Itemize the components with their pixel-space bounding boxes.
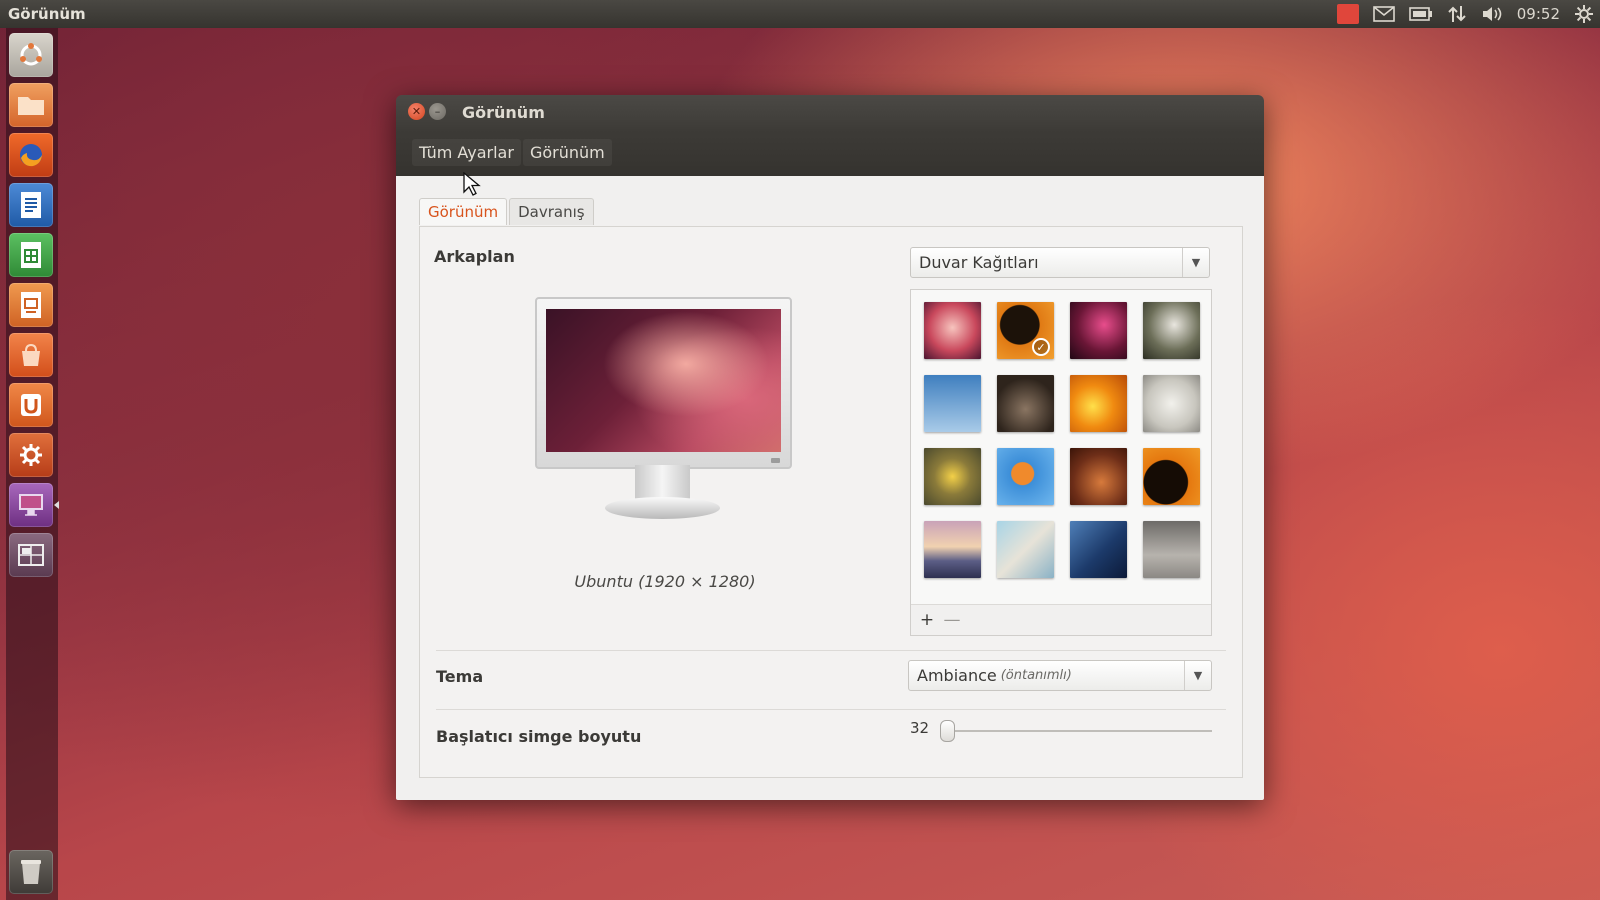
wallpaper-source-dropdown[interactable]: Duvar Kağıtları ▼ xyxy=(910,247,1210,278)
monitor-stand xyxy=(635,465,690,501)
wallpaper-thumb-ubuntu-warty-red[interactable] xyxy=(924,302,981,359)
remove-wallpaper-button[interactable]: — xyxy=(941,609,963,631)
wallpaper-thumb-clock-face[interactable] xyxy=(1143,375,1200,432)
theme-label: Tema xyxy=(436,667,484,686)
window-titlebar[interactable]: ✕ – Görünüm xyxy=(396,95,1264,129)
background-heading: Arkaplan xyxy=(434,247,515,266)
software-center-bag-icon[interactable] xyxy=(9,333,53,377)
wallpaper-thumb-purple-swirl[interactable] xyxy=(1070,302,1127,359)
wallpaper-thumb-orange-vinyl[interactable]: ✓ xyxy=(997,302,1054,359)
wallpaper-grid: ✓ + — xyxy=(910,289,1212,636)
launcher-icon-size-label: Başlatıcı simge boyutu xyxy=(436,727,642,746)
battery-icon[interactable] xyxy=(1408,0,1433,28)
wallpaper-thumb-grey-rain[interactable] xyxy=(1143,521,1200,578)
wallpaper-thumb-cartoon-fish[interactable] xyxy=(997,448,1054,505)
theme-value: Ambiance xyxy=(917,666,997,685)
network-icon[interactable] xyxy=(1447,0,1467,28)
trash-icon[interactable] xyxy=(9,850,53,894)
clock[interactable]: 09:52 xyxy=(1517,0,1560,28)
monitor-frame xyxy=(535,297,792,469)
icon-size-slider-knob[interactable] xyxy=(940,720,955,742)
wallpaper-thumbnails: ✓ xyxy=(924,302,1200,578)
monitor-base xyxy=(605,497,720,519)
writer-document-icon[interactable] xyxy=(9,183,53,227)
wallpaper-source-value: Duvar Kağıtları xyxy=(919,253,1039,272)
files-folder-icon[interactable] xyxy=(9,83,53,127)
wallpaper-thumb-orange-ring[interactable] xyxy=(1143,448,1200,505)
notification-red-indicator[interactable] xyxy=(1336,0,1359,28)
appearance-monitor-icon[interactable] xyxy=(9,483,59,527)
wallpaper-thumb-brown-lizard[interactable] xyxy=(1070,448,1127,505)
chevron-down-icon: ▼ xyxy=(1184,661,1211,690)
window-content: Görünüm Davranış Arkaplan Ubuntu (1920 ×… xyxy=(396,176,1264,800)
wallpaper-thumb-white-blossoms[interactable] xyxy=(1143,302,1200,359)
system-settings-icon[interactable] xyxy=(9,433,53,477)
breadcrumb-all-settings[interactable]: Tüm Ayarlar xyxy=(412,139,521,166)
icon-size-value: 32 xyxy=(910,719,930,737)
breadcrumb-appearance[interactable]: Görünüm xyxy=(522,139,612,166)
wallpaper-caption: Ubuntu (1920 × 1280) xyxy=(574,572,756,591)
launcher xyxy=(6,28,59,900)
top-panel: Görünüm 09:52 xyxy=(0,0,1600,28)
appearance-window: ✕ – Görünüm Tüm Ayarlar Görünüm Görünüm … xyxy=(396,95,1264,800)
impress-presentation-icon[interactable] xyxy=(9,283,53,327)
tab-appearance[interactable]: Görünüm xyxy=(419,198,508,225)
tab-bar: Görünüm Davranış xyxy=(419,198,596,225)
add-wallpaper-button[interactable]: + xyxy=(916,609,938,631)
mail-icon[interactable] xyxy=(1372,0,1395,28)
tab-panel: Arkaplan Ubuntu (1920 × 1280) Duvar Kağı… xyxy=(419,226,1243,778)
indicator-area: 09:52 xyxy=(1336,0,1594,28)
theme-dropdown[interactable]: Ambiance (öntanımlı) ▼ xyxy=(908,660,1212,691)
workspace-switcher-icon[interactable] xyxy=(9,533,53,577)
tab-behavior[interactable]: Davranış xyxy=(509,198,594,225)
active-app-title: Görünüm xyxy=(8,5,86,23)
monitor-led xyxy=(771,458,780,463)
wallpaper-preview xyxy=(535,297,792,532)
wallpaper-thumb-bird-branch[interactable] xyxy=(997,521,1054,578)
icon-size-slider-track[interactable] xyxy=(940,730,1212,732)
dash-home-icon[interactable] xyxy=(9,33,53,77)
minimize-icon[interactable]: – xyxy=(429,103,446,120)
wallpaper-thumb-blue-water[interactable] xyxy=(1070,521,1127,578)
theme-default-note: (öntanımlı) xyxy=(1000,668,1072,683)
selected-check-icon: ✓ xyxy=(1032,338,1050,356)
breadcrumb: Tüm Ayarlar Görünüm xyxy=(396,129,1264,176)
volume-icon[interactable] xyxy=(1481,0,1503,28)
calc-spreadsheet-icon[interactable] xyxy=(9,233,53,277)
session-gear-icon[interactable] xyxy=(1574,0,1594,28)
wallpaper-thumb-dark-rain[interactable] xyxy=(997,375,1054,432)
firefox-icon[interactable] xyxy=(9,133,53,177)
preview-wallpaper-image xyxy=(546,309,781,452)
window-title: Görünüm xyxy=(462,103,545,122)
ubuntu-one-icon[interactable] xyxy=(9,383,53,427)
wallpaper-thumb-yellow-flower[interactable] xyxy=(924,448,981,505)
wallpaper-thumb-sunset-sky[interactable] xyxy=(924,521,981,578)
close-icon[interactable]: ✕ xyxy=(408,103,425,120)
chevron-down-icon: ▼ xyxy=(1182,248,1209,277)
divider xyxy=(436,709,1226,710)
wallpaper-grid-toolbar: + — xyxy=(911,604,1211,635)
divider xyxy=(436,650,1226,651)
wallpaper-thumb-orange-flower[interactable] xyxy=(1070,375,1127,432)
wallpaper-thumb-blue-sky-twigs[interactable] xyxy=(924,375,981,432)
